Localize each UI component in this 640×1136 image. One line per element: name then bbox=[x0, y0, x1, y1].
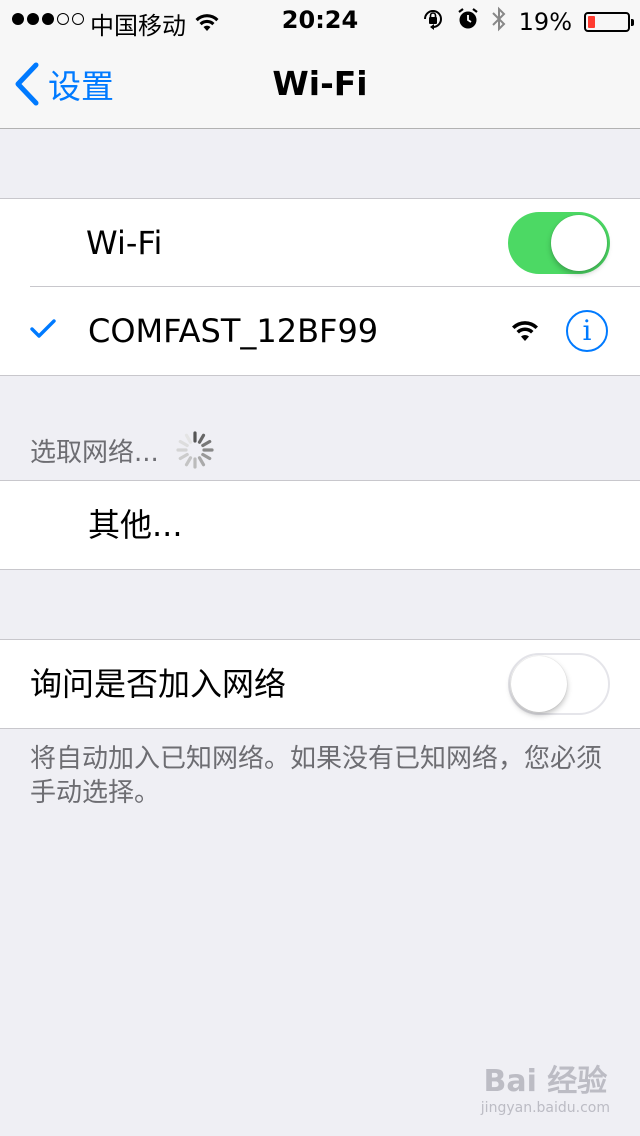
toggle-knob bbox=[551, 215, 607, 271]
wifi-toggle[interactable] bbox=[508, 212, 610, 274]
toggle-knob bbox=[511, 656, 567, 712]
ask-join-toggle[interactable] bbox=[508, 653, 610, 715]
other-network-label: 其他... bbox=[88, 506, 183, 544]
choose-network-label: 选取网络... bbox=[30, 437, 159, 468]
watermark-text: Bai 经验 bbox=[483, 1064, 608, 1099]
spinner-icon bbox=[176, 431, 214, 469]
checkmark-icon bbox=[30, 318, 56, 344]
info-icon[interactable]: i bbox=[566, 310, 608, 352]
nav-bar: 设置 Wi-Fi bbox=[0, 40, 640, 129]
connected-network-name: COMFAST_12BF99 bbox=[88, 312, 379, 350]
wifi-label: Wi-Fi bbox=[86, 224, 163, 262]
alarm-icon bbox=[457, 7, 479, 37]
status-right: 19% bbox=[421, 6, 634, 38]
wifi-signal-icon bbox=[510, 318, 540, 346]
wifi-group: Wi-Fi COMFAST_12BF99 i bbox=[0, 198, 640, 376]
wifi-toggle-row: Wi-Fi bbox=[0, 199, 640, 287]
watermark-sub: jingyan.baidu.com bbox=[480, 1100, 610, 1116]
other-network-row[interactable]: 其他... bbox=[0, 481, 640, 569]
ask-join-label: 询问是否加入网络 bbox=[30, 665, 287, 703]
battery-fill bbox=[588, 16, 595, 28]
watermark: Bai 经验 jingyan.baidu.com bbox=[481, 1056, 610, 1116]
bluetooth-icon bbox=[491, 6, 507, 38]
info-glyph: i bbox=[582, 314, 592, 347]
page-title: Wi-Fi bbox=[272, 64, 368, 103]
status-bar: 中国移动 20:24 19% bbox=[0, 0, 640, 40]
choose-network-header: 选取网络... bbox=[30, 430, 215, 470]
connected-network-row[interactable]: COMFAST_12BF99 i bbox=[0, 287, 640, 375]
battery-tip bbox=[631, 19, 634, 26]
ask-join-footer: 将自动加入已知网络。如果没有已知网络，您必须手动选择。 bbox=[30, 744, 603, 808]
ask-join-row: 询问是否加入网络 bbox=[0, 640, 640, 728]
other-network-group: 其他... bbox=[0, 480, 640, 570]
ask-join-group: 询问是否加入网络 bbox=[0, 639, 640, 729]
orientation-lock-icon bbox=[421, 7, 445, 37]
battery-percent: 19% bbox=[518, 8, 572, 36]
battery-icon bbox=[584, 12, 634, 32]
